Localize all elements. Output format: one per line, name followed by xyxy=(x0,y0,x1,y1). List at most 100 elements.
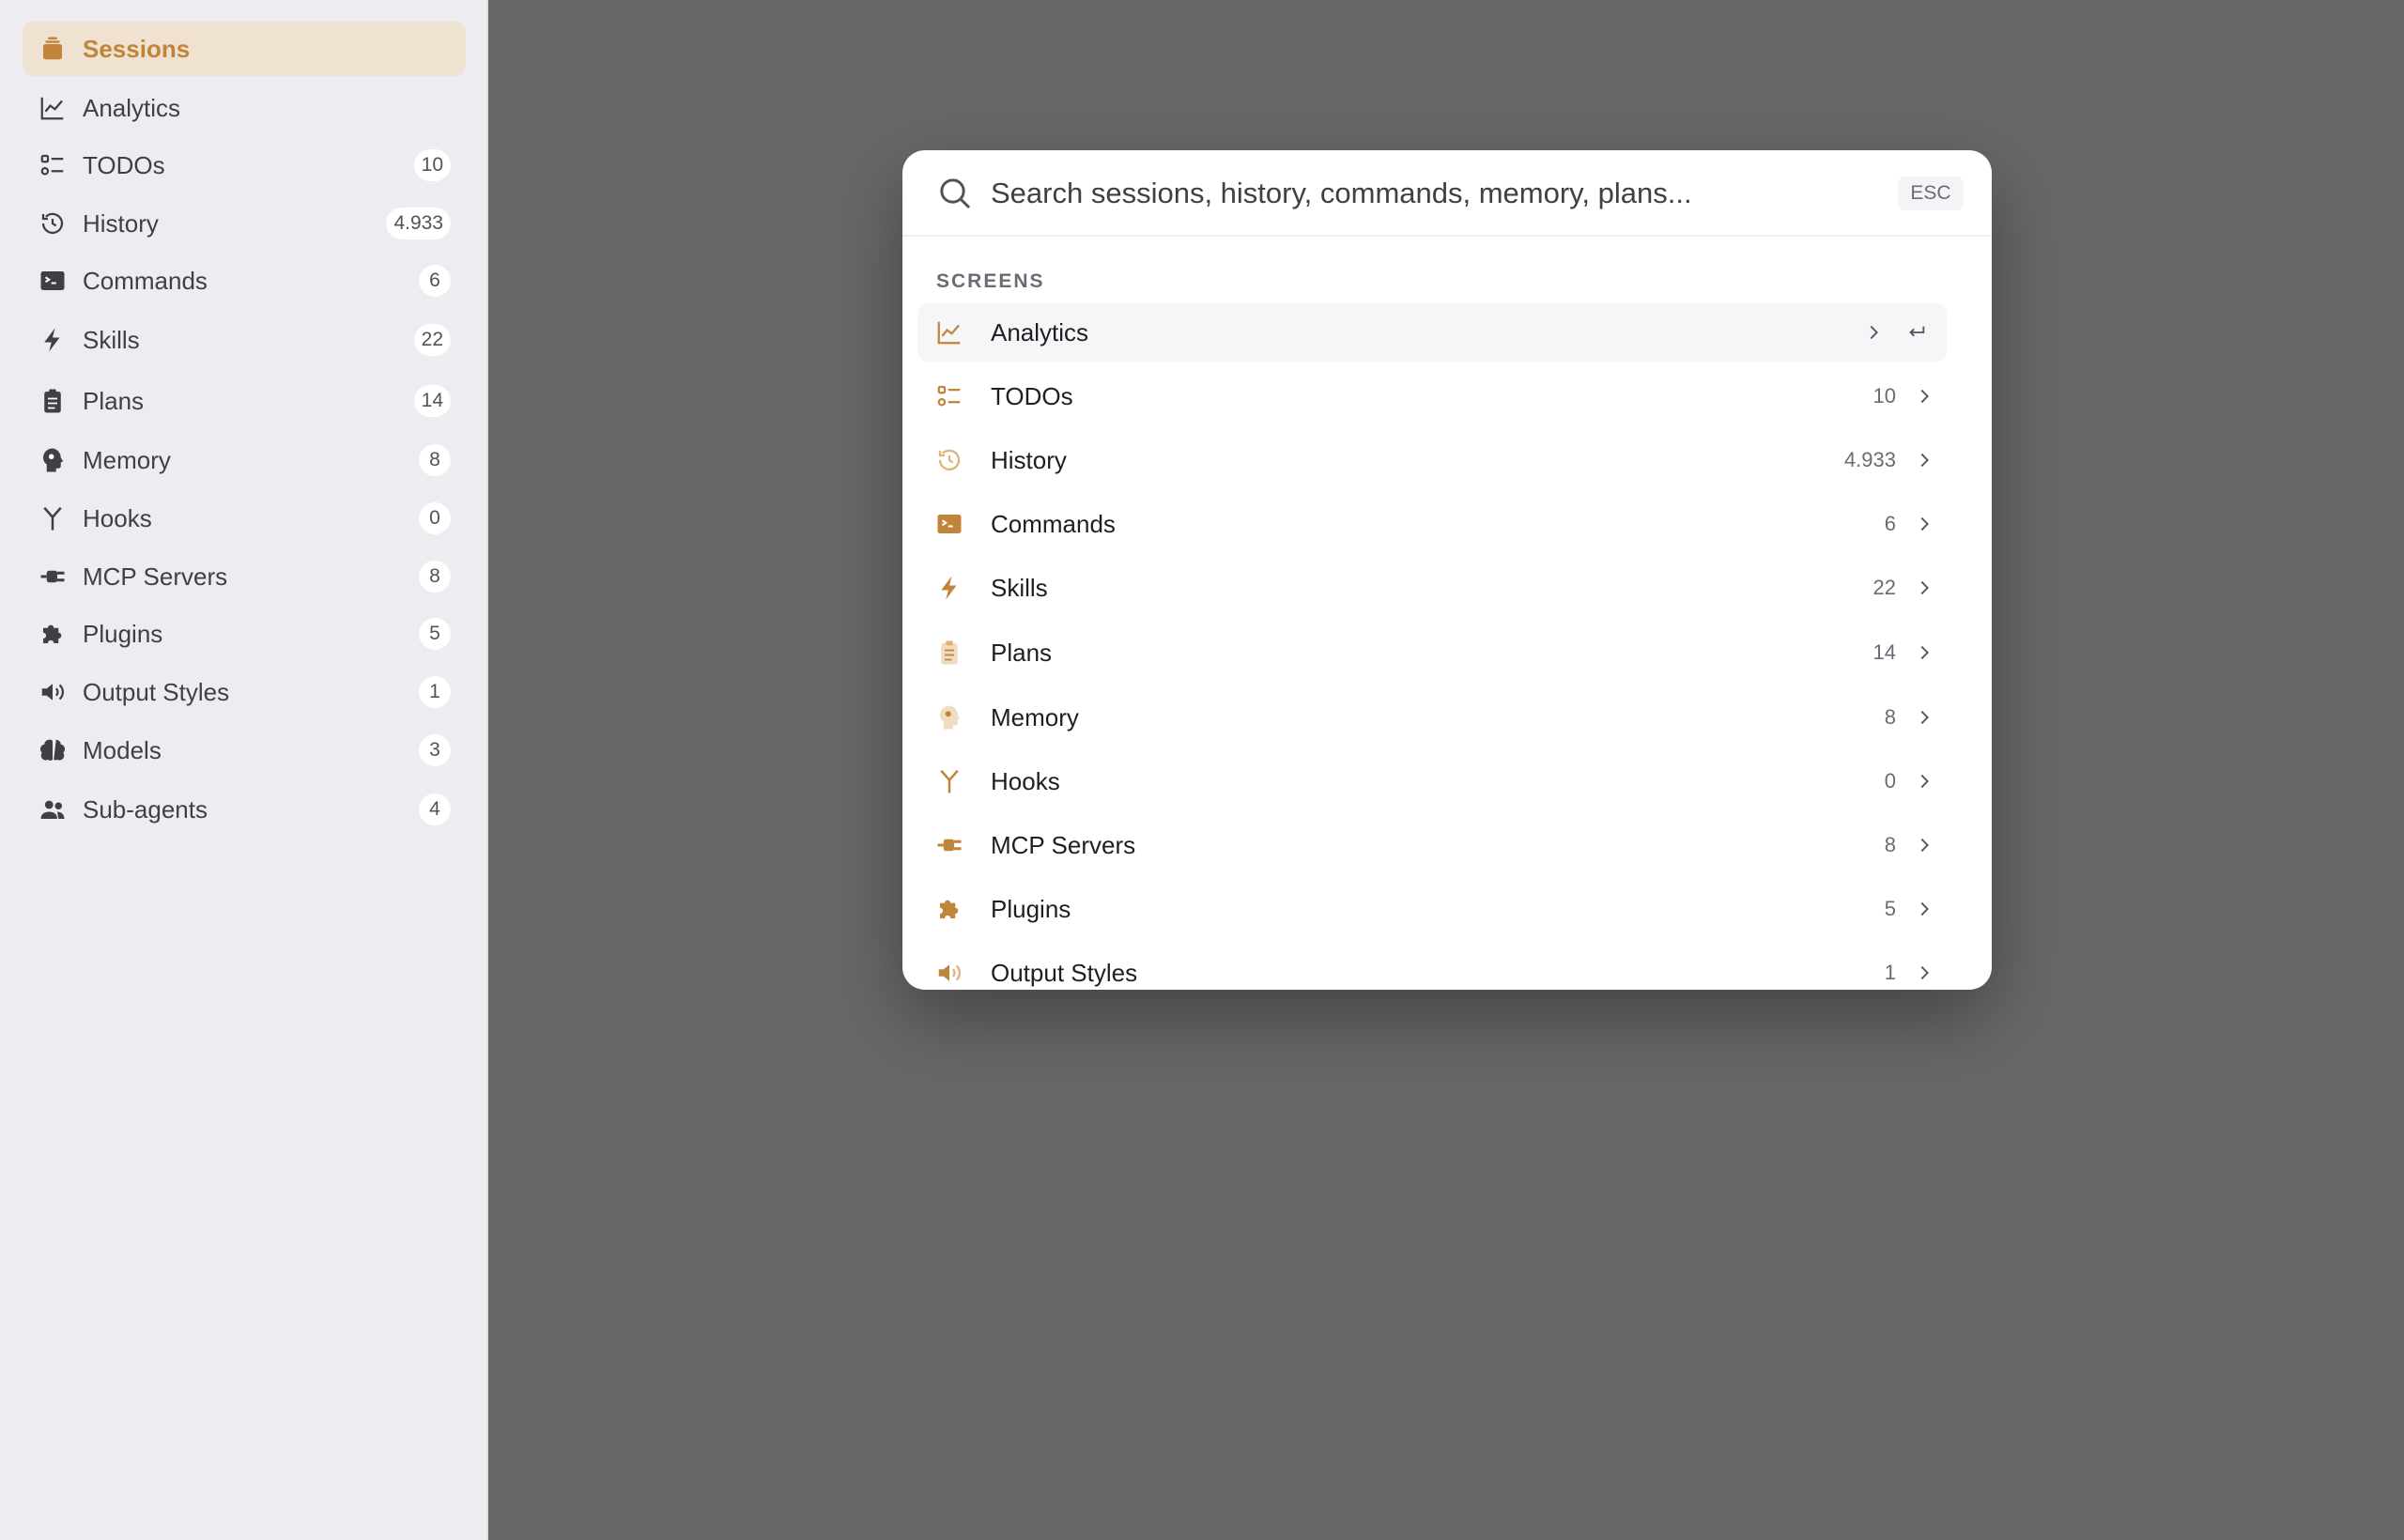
sidebar-item-hooks[interactable]: Hooks 0 xyxy=(23,491,466,546)
count-badge: 8 xyxy=(419,444,451,476)
palette-item-label: TODOs xyxy=(991,381,1073,410)
history-icon xyxy=(23,196,83,251)
sidebar-item-plugins[interactable]: Plugins 5 xyxy=(23,607,466,661)
count-badge: 5 xyxy=(419,618,451,650)
palette-item-count: 1 xyxy=(1884,961,1896,984)
count-badge: 14 xyxy=(413,385,451,417)
count-badge: 1 xyxy=(419,676,451,708)
palette-item-commands[interactable]: Commands 6 xyxy=(917,495,1947,553)
history-icon xyxy=(927,431,972,489)
search-bar: ESC xyxy=(902,150,1992,237)
chevron-right-icon xyxy=(1913,898,1935,920)
sidebar-item-memory[interactable]: Memory 8 xyxy=(23,433,466,487)
palette-item-label: Output Styles xyxy=(991,958,1138,987)
palette-item-mcp-servers[interactable]: MCP Servers 8 xyxy=(917,816,1947,874)
sessions-icon xyxy=(23,22,83,76)
models-icon xyxy=(23,723,83,778)
palette-item-label: Skills xyxy=(991,573,1048,602)
chevron-right-icon xyxy=(1913,834,1935,856)
sidebar-item-label: Plugins xyxy=(83,619,163,648)
mcp-servers-icon xyxy=(927,816,972,874)
sidebar-item-todos[interactable]: TODOs 10 xyxy=(23,138,466,192)
palette-item-label: History xyxy=(991,445,1067,474)
sidebar-item-skills[interactable]: Skills 22 xyxy=(23,313,466,367)
chevron-right-icon xyxy=(1913,641,1935,664)
chevron-right-icon xyxy=(1913,513,1935,535)
palette-item-count: 8 xyxy=(1884,833,1896,856)
palette-item-hooks[interactable]: Hooks 0 xyxy=(917,752,1947,810)
sub-agents-icon xyxy=(23,782,83,837)
search-icon xyxy=(936,175,974,212)
skills-icon xyxy=(927,559,972,617)
command-palette: ESC SCREENS Analytics TODOs 10 History 4… xyxy=(902,150,1992,990)
palette-item-output-styles[interactable]: Output Styles 1 xyxy=(917,944,1947,990)
count-badge: 8 xyxy=(419,561,451,593)
memory-icon xyxy=(23,433,83,487)
palette-item-label: MCP Servers xyxy=(991,830,1136,859)
count-badge: 0 xyxy=(419,502,451,534)
section-label-screens: SCREENS xyxy=(936,270,1045,292)
plugins-icon xyxy=(23,607,83,661)
sidebar-item-label: Hooks xyxy=(83,503,152,532)
esc-key-hint[interactable]: ESC xyxy=(1898,177,1964,210)
palette-item-label: Plugins xyxy=(991,894,1071,923)
plugins-icon xyxy=(927,880,972,938)
sidebar-item-sessions[interactable]: Sessions xyxy=(23,22,466,76)
sidebar-item-plans[interactable]: Plans 14 xyxy=(23,374,466,428)
sidebar-item-label: TODOs xyxy=(83,150,165,179)
palette-item-count: 22 xyxy=(1872,576,1896,599)
analytics-icon xyxy=(23,81,83,135)
palette-item-count: 14 xyxy=(1872,640,1896,664)
palette-item-plans[interactable]: Plans 14 xyxy=(917,624,1947,682)
count-badge: 4 xyxy=(419,793,451,825)
chevron-right-icon xyxy=(1913,706,1935,729)
sidebar-item-models[interactable]: Models 3 xyxy=(23,723,466,778)
sidebar-item-label: Memory xyxy=(83,445,171,474)
count-badge: 22 xyxy=(413,324,451,356)
palette-item-label: Analytics xyxy=(991,317,1089,346)
palette-item-analytics[interactable]: Analytics xyxy=(917,303,1947,362)
count-badge: 4.933 xyxy=(386,208,451,239)
sidebar-item-sub-agents[interactable]: Sub-agents 4 xyxy=(23,782,466,837)
memory-icon xyxy=(927,688,972,747)
sidebar-item-label: Plans xyxy=(83,386,145,415)
chevron-right-icon xyxy=(1913,770,1935,793)
palette-item-skills[interactable]: Skills 22 xyxy=(917,559,1947,617)
sidebar-item-label: MCP Servers xyxy=(83,562,228,591)
sidebar-item-output-styles[interactable]: Output Styles 1 xyxy=(23,665,466,719)
commands-icon xyxy=(927,495,972,553)
chevron-right-icon xyxy=(1913,577,1935,599)
commands-icon xyxy=(23,254,83,308)
plans-icon xyxy=(927,624,972,682)
todos-icon xyxy=(927,367,972,425)
sidebar-item-history[interactable]: History 4.933 xyxy=(23,196,466,251)
sidebar-item-label: Sub-agents xyxy=(83,794,208,824)
palette-item-memory[interactable]: Memory 8 xyxy=(917,688,1947,747)
palette-item-label: Memory xyxy=(991,702,1079,732)
output-styles-icon xyxy=(23,665,83,719)
sidebar: Sessions Analytics TODOs 10 History 4.93… xyxy=(0,0,488,1540)
sidebar-item-analytics[interactable]: Analytics xyxy=(23,81,466,135)
chevron-right-icon xyxy=(1862,321,1885,344)
palette-item-count: 10 xyxy=(1872,384,1896,408)
enter-key-icon xyxy=(1905,321,1928,344)
sidebar-item-mcp-servers[interactable]: MCP Servers 8 xyxy=(23,549,466,604)
palette-item-count: 0 xyxy=(1884,769,1896,793)
analytics-icon xyxy=(927,303,972,362)
palette-item-todos[interactable]: TODOs 10 xyxy=(917,367,1947,425)
mcp-servers-icon xyxy=(23,549,83,604)
skills-icon xyxy=(23,313,83,367)
hooks-icon xyxy=(23,491,83,546)
output-styles-icon xyxy=(927,944,972,990)
palette-item-count: 8 xyxy=(1884,705,1896,729)
sidebar-item-label: Commands xyxy=(83,266,208,295)
palette-item-history[interactable]: History 4.933 xyxy=(917,431,1947,489)
count-badge: 3 xyxy=(419,734,451,766)
sidebar-item-commands[interactable]: Commands 6 xyxy=(23,254,466,308)
sidebar-item-label: Models xyxy=(83,735,162,764)
palette-item-count: 6 xyxy=(1884,512,1896,535)
palette-item-plugins[interactable]: Plugins 5 xyxy=(917,880,1947,938)
chevron-right-icon xyxy=(1913,385,1935,408)
search-input[interactable] xyxy=(991,167,1836,220)
sidebar-item-label: History xyxy=(83,208,159,238)
